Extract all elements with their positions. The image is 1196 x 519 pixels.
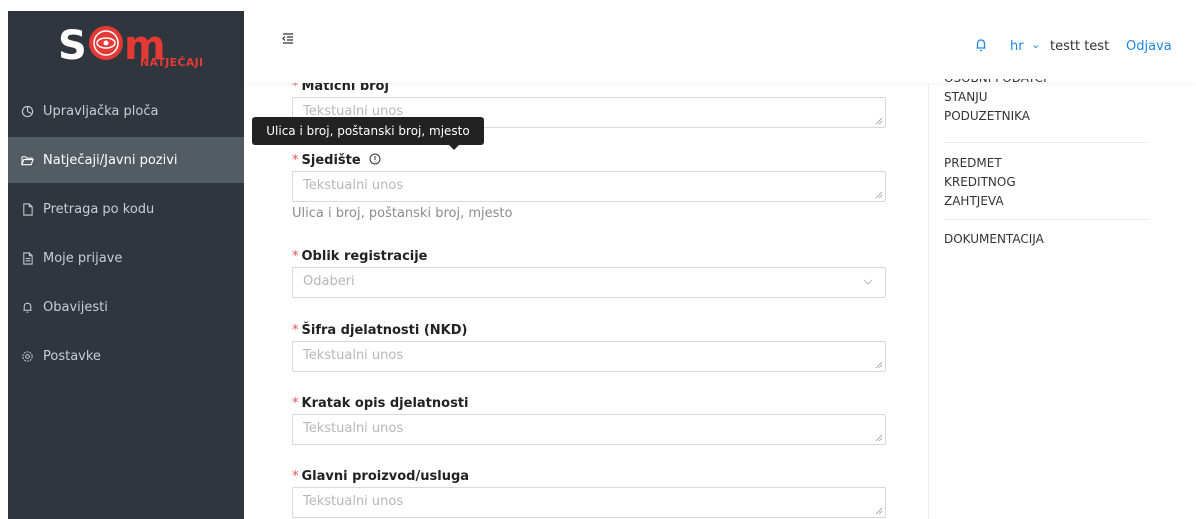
field-label-oblik-registracije: * Oblik registracije (292, 249, 428, 264)
folder-open-icon (20, 153, 34, 167)
sidebar-item-postavke[interactable]: Postavke (8, 333, 244, 379)
language-selector[interactable]: hr (1010, 39, 1024, 54)
right-menu-item-predmet[interactable]: PREDMET KREDITNOG ZAHTJEVA (944, 154, 1149, 211)
sidebar: S m NATJEČAJI Upravljačka ploča Natječaj… (8, 11, 244, 519)
sidebar-item-label: Moje prijave (43, 250, 123, 266)
notification-bell-icon[interactable] (974, 38, 988, 52)
resize-handle-icon[interactable] (875, 117, 883, 125)
right-menu-line: PREDMET (944, 156, 1002, 170)
field-label-glavni-proizvod: * Glavni proizvod/usluga (292, 469, 470, 484)
resize-handle-icon[interactable] (875, 191, 883, 199)
logo-subtitle: NATJEČAJI (140, 56, 204, 69)
sidebar-item-label: Pretraga po kodu (43, 201, 155, 217)
right-menu-line: PODUZETNIKA (944, 109, 1031, 123)
chevron-down-icon (863, 279, 873, 285)
right-menu-item-osobni[interactable]: OSOBNI PODATCI STANJU PODUZETNIKA (944, 79, 1149, 135)
sidebar-item-pretraga[interactable]: Pretraga po kodu (8, 186, 244, 232)
sidebar-item-label: Obavijesti (43, 299, 108, 315)
sjediste-hint: Ulica i broj, poštanski broj, mjesto (292, 206, 513, 221)
resize-handle-icon[interactable] (875, 361, 883, 369)
sidebar-item-dashboard[interactable]: Upravljačka ploča (8, 88, 244, 134)
file-icon (20, 202, 34, 216)
sifra-djelatnosti-input[interactable]: Tekstualni unos (292, 341, 886, 372)
info-circle-icon[interactable] (369, 153, 381, 165)
field-label-sjediste: * Sjedište (292, 153, 381, 168)
tooltip: Ulica i broj, poštanski broj, mjesto (252, 117, 484, 145)
right-menu-divider (944, 219, 1149, 220)
user-name[interactable]: testt test (1050, 39, 1109, 54)
dashboard-icon (20, 104, 34, 118)
oblik-registracije-select[interactable]: Odaberi (292, 267, 886, 298)
sidebar-item-label: Natječaji/Javni pozivi (43, 152, 178, 168)
field-label-kratak-opis: * Kratak opis djelatnosti (292, 396, 469, 411)
sidebar-item-label: Postavke (43, 348, 101, 364)
right-menu-line: STANJU (944, 90, 988, 104)
field-label-sifra-djelatnosti: * Šifra djelatnosti (NKD) (292, 323, 468, 338)
right-menu-line: DOKUMENTACIJA (944, 232, 1044, 246)
right-column-divider (928, 83, 929, 519)
kratak-opis-input[interactable]: Tekstualni unos (292, 414, 886, 445)
sidebar-item-natjecaji[interactable]: Natječaji/Javni pozivi (8, 137, 244, 183)
right-menu-line: KREDITNOG (944, 175, 1016, 189)
bell-icon (20, 300, 34, 314)
sidebar-item-moje-prijave[interactable]: Moje prijave (8, 235, 244, 281)
chevron-down-icon[interactable]: ⌄ (1031, 38, 1040, 51)
field-label-maticni-broj: * Matični broj (292, 83, 389, 94)
right-menu-line: OSOBNI PODATCI (944, 79, 1149, 88)
right-menu-item-dokumentacija[interactable]: DOKUMENTACIJA (944, 230, 1149, 249)
company-form: * Matični broj Tekstualni unos * Sjedište … (292, 83, 887, 519)
resize-handle-icon[interactable] (875, 507, 883, 515)
menu-fold-icon[interactable] (280, 31, 296, 47)
glavni-proizvod-input[interactable]: Tekstualni unos (292, 487, 886, 518)
sidebar-item-label: Upravljačka ploča (43, 103, 159, 119)
logout-link[interactable]: Odjava (1126, 39, 1172, 54)
top-header: hr ⌄ testt test Odjava (244, 11, 1196, 83)
resize-handle-icon[interactable] (875, 434, 883, 442)
app-logo[interactable]: S m NATJEČAJI (56, 21, 203, 73)
right-menu-divider (944, 142, 1149, 143)
svg-text:S: S (58, 23, 87, 69)
gear-icon (20, 349, 34, 363)
sidebar-item-obavijesti[interactable]: Obavijesti (8, 284, 244, 330)
file-text-icon (20, 251, 34, 265)
tooltip-arrow (449, 145, 459, 150)
sjediste-input[interactable]: Tekstualni unos (292, 171, 886, 202)
right-menu-line: ZAHTJEVA (944, 194, 1004, 208)
